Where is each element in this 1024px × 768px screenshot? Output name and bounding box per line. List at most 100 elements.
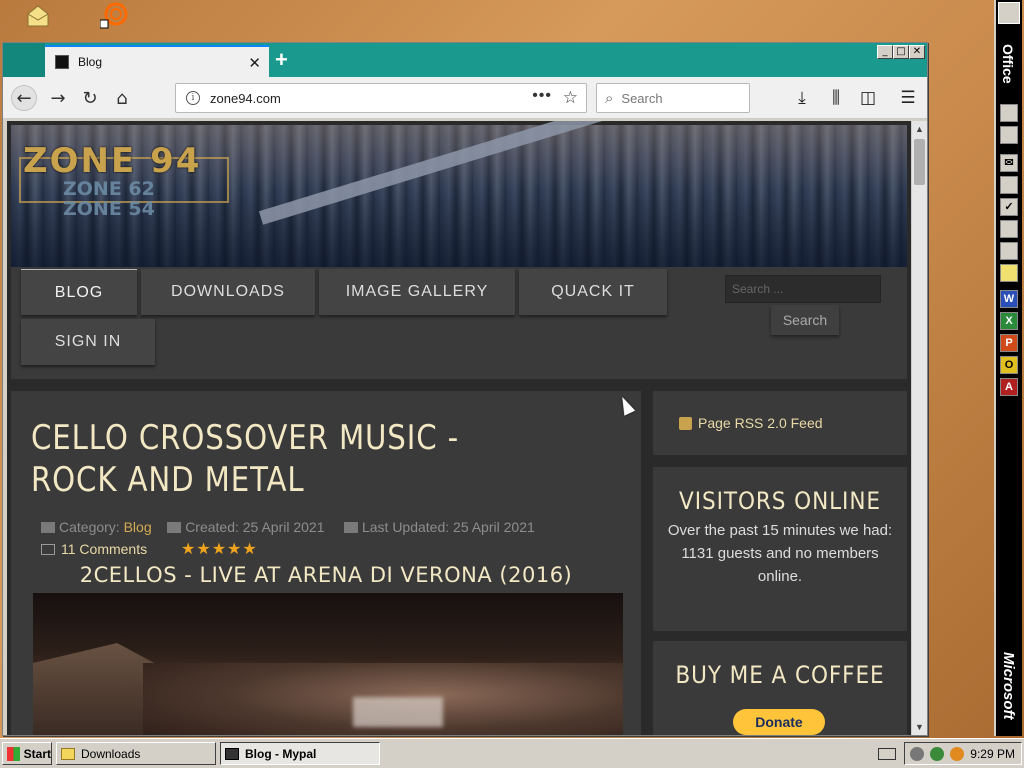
donate-button[interactable]: Donate	[733, 709, 825, 735]
article-panel: CELLO CROSSOVER MUSIC - ROCK AND METAL C…	[11, 391, 641, 735]
rss-label: Page RSS 2.0 Feed	[698, 415, 823, 431]
task-blog-label: Blog - Mypal	[245, 746, 317, 761]
search-placeholder: Search	[621, 90, 663, 106]
site-search-input[interactable]: Search ...	[725, 275, 881, 303]
office-note-icon[interactable]	[1000, 264, 1018, 282]
office-shortcut-bar: Office ✉ ✓ W X P O A Microsoft	[994, 0, 1022, 736]
envelope-folder-icon[interactable]	[24, 2, 52, 30]
taskbar: Start Downloads Blog - Mypal 9:29 PM	[0, 738, 1024, 768]
comments-link[interactable]: 11 Comments	[41, 541, 147, 557]
clock[interactable]: 9:29 PM	[970, 747, 1015, 761]
powerpoint-icon[interactable]: P	[1000, 334, 1018, 352]
download-icon[interactable]: ⤓	[789, 85, 815, 111]
home-button[interactable]: ⌂	[109, 85, 135, 111]
site-info-icon[interactable]: i	[186, 91, 200, 105]
menu-item-sign-in[interactable]: SIGN IN	[21, 319, 155, 365]
favicon-icon	[55, 55, 69, 69]
video-thumbnail[interactable]	[33, 593, 623, 735]
task-downloads-label: Downloads	[81, 746, 141, 761]
site-banner: ZONE 94 ZONE 62 ZONE 54	[11, 121, 907, 267]
tray-update-icon[interactable]	[930, 746, 945, 761]
office-open-doc-icon[interactable]	[1000, 126, 1018, 144]
scroll-up-icon[interactable]: ▲	[915, 124, 924, 134]
visitors-text-1: Over the past 15 minutes we had:	[667, 522, 893, 539]
video-stage	[353, 697, 443, 727]
office-task-icon[interactable]: ✓	[1000, 198, 1018, 216]
menu-icon[interactable]: ☰	[895, 85, 921, 111]
logo-sub-text-2: ZONE 54	[63, 198, 155, 220]
folder-icon	[61, 747, 75, 760]
article-meta: Category: Blog Created: 25 April 2021 La…	[41, 519, 535, 535]
tab-title: Blog	[78, 55, 103, 69]
close-window-button[interactable]: ✕	[909, 45, 925, 59]
url-bar[interactable]: i zone94.com ••• ☆	[175, 83, 587, 113]
scrollbar-thumb[interactable]	[914, 139, 925, 185]
scroll-down-icon[interactable]: ▼	[915, 722, 924, 732]
back-button[interactable]: ←	[11, 85, 37, 111]
minimize-button[interactable]: _	[877, 45, 893, 59]
page-viewport: ZONE 94 ZONE 62 ZONE 54 BLOG DOWNLOADS I…	[7, 121, 911, 735]
office-contact-icon[interactable]	[1000, 220, 1018, 238]
menu-item-image-gallery[interactable]: IMAGE GALLERY	[319, 269, 515, 315]
access-icon[interactable]: A	[1000, 378, 1018, 396]
menu-item-downloads[interactable]: DOWNLOADS	[141, 269, 315, 315]
outlook-icon[interactable]: O	[1000, 356, 1018, 374]
tab-bar-accent	[3, 43, 45, 77]
url-text: zone94.com	[210, 90, 281, 106]
system-tray: 9:29 PM	[904, 742, 1022, 765]
office-journal-icon[interactable]	[1000, 242, 1018, 260]
comment-icon	[41, 544, 55, 555]
office-new-doc-icon[interactable]	[1000, 104, 1018, 122]
office-bar-label: Office	[1000, 44, 1016, 84]
reload-button[interactable]: ↻	[77, 85, 103, 111]
category-link[interactable]: Blog	[124, 519, 152, 535]
microsoft-brand: Microsoft	[1000, 652, 1017, 720]
navigation-toolbar: ← → ↻ ⌂ i zone94.com ••• ☆ ⌕ Search ⤓ ⫼ …	[3, 77, 927, 119]
start-label: Start	[23, 746, 51, 761]
video-heading: 2CELLOS - LIVE AT ARENA DI VERONA (2016)	[79, 563, 573, 587]
library-icon[interactable]: ⫼	[823, 85, 849, 111]
tab-bar: Blog ✕ + _ □ ✕	[3, 43, 927, 77]
logo-main-text: ZONE 94	[23, 141, 202, 181]
folder-icon	[41, 522, 55, 533]
menu-item-blog[interactable]: BLOG	[21, 269, 137, 315]
page-actions-icon[interactable]: •••	[532, 87, 552, 105]
bookmark-star-icon[interactable]: ☆	[563, 88, 578, 108]
calendar-icon	[167, 522, 182, 533]
keyboard-icon[interactable]	[878, 748, 896, 760]
rating-stars[interactable]: ★★★★★	[181, 539, 258, 558]
excel-icon[interactable]: X	[1000, 312, 1018, 330]
start-button[interactable]: Start	[2, 742, 52, 765]
page-scrollbar[interactable]: ▲ ▼	[911, 121, 927, 735]
windows-logo-icon	[7, 746, 20, 761]
task-blog-mypal[interactable]: Blog - Mypal	[220, 742, 380, 765]
maximize-button[interactable]: □	[893, 45, 909, 59]
calendar-updated-icon	[343, 522, 358, 533]
new-tab-button[interactable]: +	[275, 47, 288, 73]
task-downloads[interactable]: Downloads	[56, 742, 216, 765]
search-input[interactable]: ⌕ Search	[596, 83, 750, 113]
word-icon[interactable]: W	[1000, 290, 1018, 308]
comments-count: 11 Comments	[61, 541, 148, 557]
created-date: Created: 25 April 2021	[185, 519, 325, 535]
target-shortcut-icon[interactable]	[100, 2, 128, 30]
article-title: CELLO CROSSOVER MUSIC - ROCK AND METAL	[31, 418, 460, 500]
menu-item-quack-it[interactable]: QUACK IT	[519, 269, 667, 315]
tray-network-icon[interactable]	[910, 746, 925, 761]
office-mail-icon[interactable]: ✉	[1000, 154, 1018, 172]
site-logo[interactable]: ZONE 94 ZONE 62 ZONE 54	[23, 143, 201, 219]
site-search-button[interactable]: Search	[771, 305, 839, 335]
office-bar-folder-icon[interactable]	[998, 2, 1020, 24]
visitors-online-panel: VISITORS ONLINE Over the past 15 minutes…	[653, 467, 907, 631]
search-icon: ⌕	[605, 89, 614, 107]
browser-icon	[225, 747, 239, 760]
logo-sub-text-1: ZONE 62	[63, 178, 155, 200]
main-navigation: BLOG DOWNLOADS IMAGE GALLERY QUACK IT SI…	[11, 267, 907, 379]
office-calendar-icon[interactable]	[1000, 176, 1018, 194]
close-tab-icon[interactable]: ✕	[248, 54, 261, 72]
tab-blog[interactable]: Blog ✕	[45, 45, 269, 77]
forward-button[interactable]: →	[45, 85, 71, 111]
tray-search-icon[interactable]	[950, 746, 965, 761]
sidebar-icon[interactable]: ◫	[855, 85, 881, 111]
rss-feed-link[interactable]: Page RSS 2.0 Feed	[653, 391, 907, 455]
